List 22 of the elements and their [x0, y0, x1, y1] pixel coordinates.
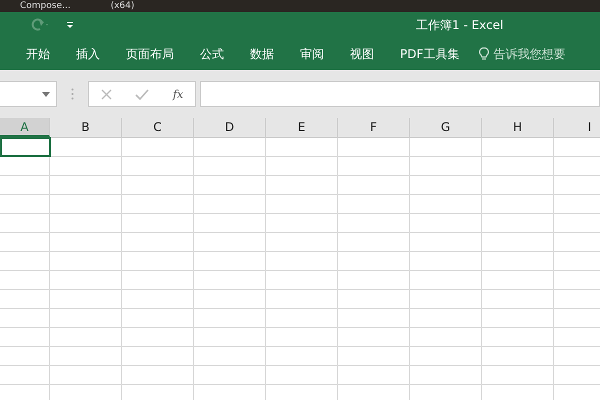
column-header[interactable]: B — [50, 118, 122, 137]
ribbon-tab[interactable]: 视图 — [350, 46, 374, 62]
ribbon-tab[interactable]: 插入 — [76, 46, 100, 62]
column-header[interactable]: G — [410, 118, 482, 137]
tell-me-field[interactable]: 告诉我您想要 — [479, 47, 600, 61]
column-header[interactable]: I — [554, 118, 600, 137]
ribbon-tab[interactable]: PDF工具集 — [400, 46, 460, 62]
ribbon-tab[interactable]: 公式 — [200, 46, 224, 62]
column-header[interactable]: A — [0, 118, 50, 137]
column-header[interactable]: C — [122, 118, 194, 137]
insert-function-button[interactable]: fx — [172, 88, 184, 100]
ribbon-tab[interactable]: 数据 — [250, 46, 274, 62]
column-header[interactable]: F — [338, 118, 410, 137]
column-header[interactable]: H — [482, 118, 554, 137]
taskbar-label[interactable]: Compose... — [20, 1, 71, 11]
ribbon-tab[interactable]: 页面布局 — [126, 46, 174, 62]
ribbon-tab[interactable]: 开始 — [26, 46, 50, 62]
window-title: 工作簿1 - Excel — [416, 16, 504, 34]
ribbon-tab[interactable]: 审阅 — [300, 46, 324, 62]
column-header[interactable]: E — [266, 118, 338, 137]
column-header[interactable]: D — [194, 118, 266, 137]
taskbar-label[interactable]: (x64) — [110, 1, 134, 11]
